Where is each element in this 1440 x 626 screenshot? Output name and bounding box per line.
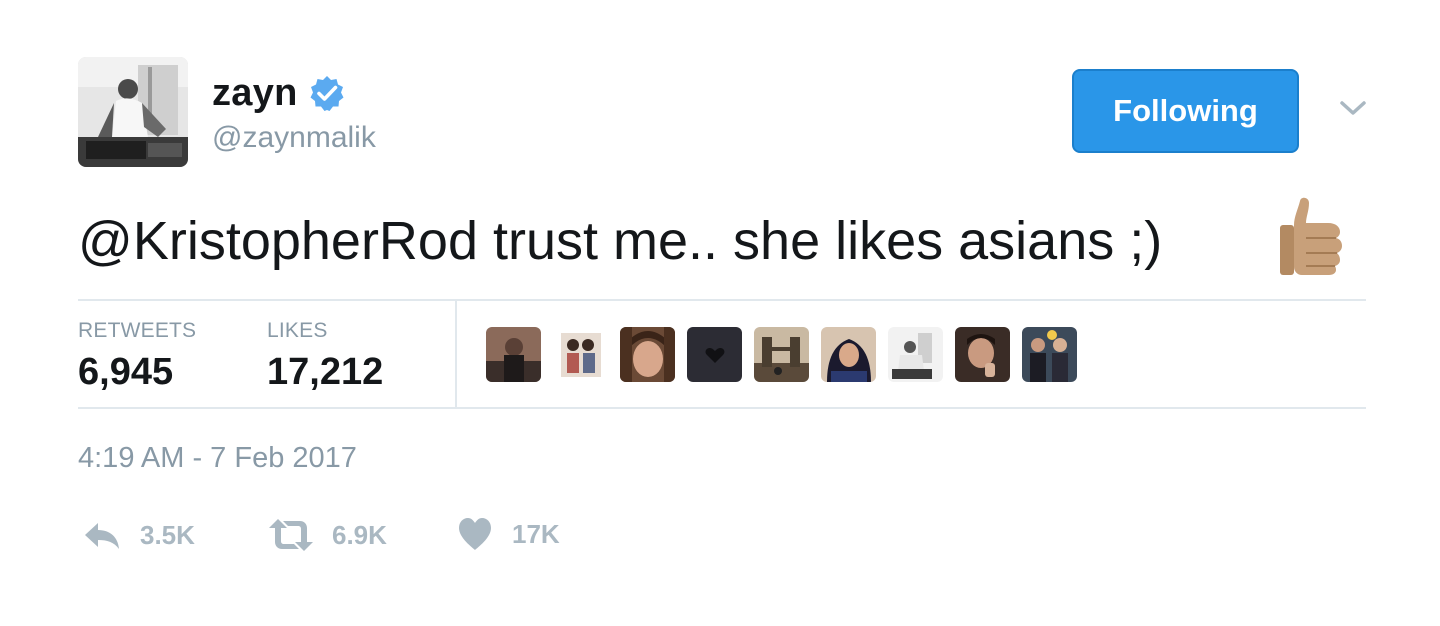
following-button[interactable]: Following [1072, 69, 1299, 153]
divider-top [78, 299, 1366, 301]
mention-link[interactable]: @KristopherRod [78, 211, 478, 271]
chevron-down-icon[interactable] [1338, 96, 1368, 120]
verified-badge-icon [310, 76, 344, 111]
liker-avatar[interactable] [687, 327, 742, 382]
retweet-icon [269, 519, 313, 551]
retweets-value[interactable]: 6,945 [78, 351, 173, 394]
like-count: 17K [512, 518, 560, 549]
stats-divider [455, 300, 457, 407]
thumbs-up-icon [1280, 197, 1342, 275]
liker-avatar[interactable] [553, 327, 608, 382]
liker-avatar[interactable] [1022, 327, 1077, 382]
like-button[interactable]: 17K [456, 515, 560, 553]
likes-value[interactable]: 17,212 [267, 351, 383, 394]
liker-avatar[interactable] [888, 327, 943, 382]
avatar[interactable] [78, 57, 188, 167]
divider-bottom [78, 407, 1366, 409]
screen-name[interactable]: @zaynmalik [212, 121, 376, 155]
reply-count: 3.5K [140, 519, 195, 550]
liker-avatar[interactable] [955, 327, 1010, 382]
liker-avatar[interactable] [754, 327, 809, 382]
tweet-body: trust me.. she likes asians ;) [478, 211, 1163, 271]
liker-avatar[interactable] [821, 327, 876, 382]
retweet-button[interactable]: 6.9K [268, 515, 387, 555]
retweets-label: RETWEETS [78, 319, 197, 342]
display-name[interactable]: zayn [212, 72, 298, 115]
reply-icon [85, 523, 119, 549]
heart-icon [459, 518, 491, 550]
liker-avatar[interactable] [620, 327, 675, 382]
tweet-card: zayn @zaynmalik Following @KristopherRod… [0, 0, 1440, 626]
tweet-text: @KristopherRod trust me.. she likes asia… [78, 205, 1162, 277]
likes-label: LIKES [267, 319, 328, 342]
liker-avatars [486, 327, 1077, 382]
reply-button[interactable]: 3.5K [82, 515, 195, 555]
tweet-timestamp[interactable]: 4:19 AM - 7 Feb 2017 [78, 442, 357, 475]
liker-avatar[interactable] [486, 327, 541, 382]
retweet-count: 6.9K [332, 519, 387, 550]
